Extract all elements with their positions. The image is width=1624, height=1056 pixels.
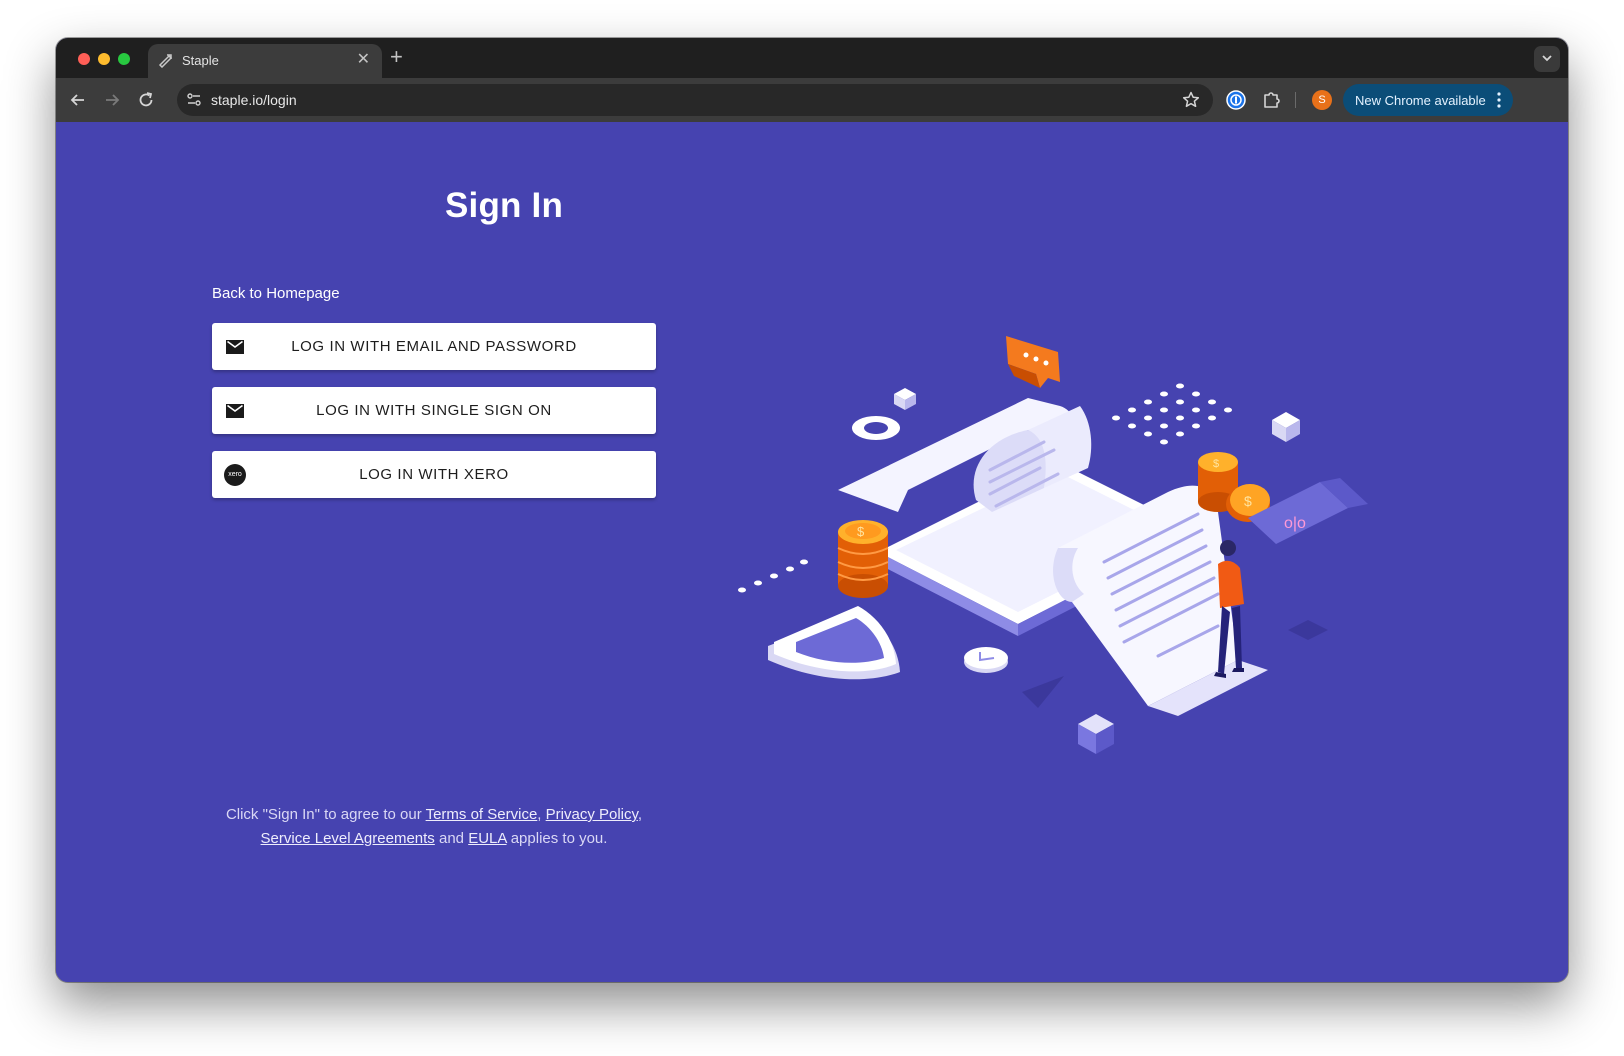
privacy-policy-link[interactable]: Privacy Policy bbox=[546, 806, 638, 823]
update-label: New Chrome available bbox=[1355, 93, 1486, 108]
tab-close-icon[interactable]: ✕ bbox=[357, 51, 370, 69]
shield-decoration bbox=[768, 606, 900, 680]
window-maximize-button[interactable] bbox=[118, 53, 130, 65]
chat-bubble-decoration bbox=[1006, 336, 1060, 388]
tab-title: Staple bbox=[182, 53, 219, 68]
terms-of-service-link[interactable]: Terms of Service bbox=[426, 806, 538, 823]
toolbar-divider bbox=[1295, 92, 1296, 108]
login-page: Sign In Back to Homepage LOG IN WITH EMA… bbox=[56, 122, 1568, 982]
svg-text:$: $ bbox=[1244, 493, 1252, 509]
service-level-agreements-link[interactable]: Service Level Agreements bbox=[261, 830, 435, 847]
tab-strip: Staple ✕ + bbox=[56, 38, 1568, 78]
eula-link[interactable]: EULA bbox=[468, 830, 506, 847]
dot-grid-decoration bbox=[1112, 383, 1232, 445]
password-manager-icon[interactable] bbox=[1225, 89, 1247, 111]
legal-and: and bbox=[434, 830, 469, 847]
tab-search-button[interactable] bbox=[1534, 46, 1560, 72]
legal-comma-1: , bbox=[537, 806, 546, 823]
legal-suffix: applies to you. bbox=[506, 830, 608, 847]
url-text: staple.io/login bbox=[211, 92, 297, 108]
clock-decoration bbox=[964, 647, 1008, 673]
isometric-invoice-illustration: $ $ $ o|o bbox=[738, 336, 1368, 754]
sso-login-label: LOG IN WITH SINGLE SIGN ON bbox=[316, 402, 552, 419]
back-arrow-icon[interactable] bbox=[68, 90, 88, 110]
browser-window: Staple ✕ + staple.io/login S New Chrome … bbox=[56, 38, 1568, 982]
xero-login-button[interactable]: xero LOG IN WITH XERO bbox=[212, 451, 656, 498]
xero-login-label: LOG IN WITH XERO bbox=[359, 466, 509, 483]
svg-text:$: $ bbox=[857, 524, 865, 539]
new-tab-button[interactable]: + bbox=[390, 46, 403, 68]
back-to-homepage-link[interactable]: Back to Homepage bbox=[212, 285, 340, 302]
new-chrome-available-button[interactable]: New Chrome available bbox=[1343, 84, 1513, 116]
page-title: Sign In bbox=[444, 186, 564, 225]
browser-tab[interactable]: Staple ✕ bbox=[148, 44, 382, 78]
legal-notice: Click "Sign In" to agree to our Terms of… bbox=[206, 803, 662, 851]
window-close-button[interactable] bbox=[78, 53, 90, 65]
sso-login-button[interactable]: LOG IN WITH SINGLE SIGN ON bbox=[212, 387, 656, 434]
staple-favicon-icon bbox=[158, 54, 173, 68]
chevron-down-icon bbox=[1542, 55, 1552, 62]
profile-avatar[interactable]: S bbox=[1312, 90, 1332, 110]
legal-prefix: Click "Sign In" to agree to our bbox=[225, 806, 426, 823]
discount-ticket-decoration: o|o bbox=[1248, 478, 1368, 544]
coin-stack-decoration: $ bbox=[837, 520, 889, 598]
site-settings-icon[interactable] bbox=[185, 91, 203, 109]
bookmark-star-icon[interactable] bbox=[1181, 90, 1201, 110]
email-password-login-button[interactable]: LOG IN WITH EMAIL AND PASSWORD bbox=[212, 323, 656, 370]
email-login-label: LOG IN WITH EMAIL AND PASSWORD bbox=[291, 338, 577, 355]
legal-comma-2: , bbox=[637, 806, 643, 823]
svg-text:o|o: o|o bbox=[1284, 515, 1306, 532]
address-bar[interactable]: staple.io/login bbox=[177, 84, 1213, 116]
svg-text:$: $ bbox=[1213, 458, 1219, 470]
dot-trail-decoration bbox=[738, 559, 808, 593]
extensions-puzzle-icon[interactable] bbox=[1261, 89, 1283, 111]
forward-arrow-icon[interactable] bbox=[102, 90, 122, 110]
browser-toolbar: staple.io/login S New Chrome available bbox=[56, 78, 1568, 122]
reload-icon[interactable] bbox=[136, 90, 156, 110]
window-minimize-button[interactable] bbox=[98, 53, 110, 65]
kebab-menu-icon bbox=[1497, 92, 1501, 108]
